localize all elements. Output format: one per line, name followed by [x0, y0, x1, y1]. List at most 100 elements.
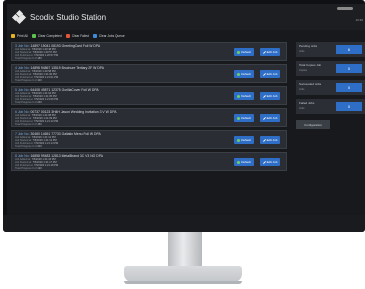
clear-completed-label: Clear Completed — [37, 34, 62, 38]
stat-label: Failed Jobs — [299, 101, 315, 105]
print-all-label: Print All — [17, 34, 28, 38]
edit-job-button[interactable]: Edit Job — [260, 114, 280, 122]
meta-label: Total Progress 0 of — [15, 57, 37, 60]
failed-jobs-stat: Failed Jobs Jobs 0 — [296, 99, 365, 114]
meta-value: 240 — [37, 101, 42, 104]
meta-label: Total Progress 0 of — [15, 101, 37, 104]
pencil-icon — [262, 116, 266, 120]
edit-label: Edit Job — [266, 50, 278, 54]
stat-label: Total Copies Job — [299, 63, 322, 67]
app-title: Scodix Studio Station — [30, 12, 107, 22]
job-meta-line: Total Progress 0 of 240 — [15, 101, 42, 104]
clear-completed-button[interactable]: Clear Completed — [31, 34, 62, 38]
meta-label: Total Progress 0 of — [15, 123, 37, 126]
edit-job-button[interactable]: Edit Job — [260, 48, 280, 56]
job-row[interactable]: 3 Job No: 14897 15041 08193 GreetingCard… — [11, 42, 287, 61]
monitor-stand-neck — [168, 232, 202, 266]
pencil-icon — [262, 160, 266, 164]
job-row[interactable]: 8 Job No: 16858 99483 12813 MetalBrand 3… — [11, 152, 287, 171]
clear-queue-label: Clear Jobs Queue — [98, 34, 125, 38]
status-dot-icon — [237, 160, 241, 164]
edit-label: Edit Job — [266, 94, 278, 98]
default-label: Default — [241, 116, 251, 120]
default-button[interactable]: Default — [234, 48, 254, 56]
pencil-icon — [262, 94, 266, 98]
print-all-button[interactable]: Print All — [11, 34, 28, 38]
default-button[interactable]: Default — [234, 136, 254, 144]
status-dot-icon — [237, 116, 241, 120]
monitor: Scodix Studio Station 10:36 Print All Cl… — [3, 0, 365, 232]
monitor-bezel — [3, 215, 365, 232]
default-button[interactable]: Default — [234, 92, 254, 100]
job-row[interactable]: 5 Job No: 64408 49871 12375 GorillaCover… — [11, 86, 287, 105]
job-row[interactable]: 4 Job No: 14898 94867 13519 Brochure Ter… — [11, 64, 287, 83]
app-window: Scodix Studio Station 10:36 Print All Cl… — [7, 4, 365, 215]
clear-queue-button[interactable]: Clear Jobs Queue — [92, 34, 125, 38]
stat-sub: Jobs — [299, 107, 305, 110]
pencil-icon — [262, 72, 266, 76]
job-list: 3 Job No: 14897 15041 08193 GreetingCard… — [11, 42, 287, 174]
monitor-stand-foot — [124, 281, 242, 284]
job-meta-line: Total Progress 0 of 200 — [15, 145, 42, 148]
queue-icon — [92, 34, 97, 38]
meta-value: 180 — [37, 57, 42, 60]
status-dot-icon — [237, 94, 241, 98]
job-meta-line: Total Progress 0 of 120 — [15, 167, 42, 170]
edit-job-button[interactable]: Edit Job — [260, 158, 280, 166]
edit-job-button[interactable]: Edit Job — [260, 136, 280, 144]
pencil-icon — [262, 138, 266, 142]
clear-failed-label: Clear Failed — [71, 34, 89, 38]
stats-panel: Pending Jobs Jobs 6 Total Copies Job Cop… — [296, 30, 365, 215]
pencil-icon — [262, 50, 266, 54]
stat-label: Pending Jobs — [299, 44, 318, 48]
default-label: Default — [241, 72, 251, 76]
scodix-logo-icon — [11, 9, 27, 25]
error-icon — [65, 34, 70, 38]
default-label: Default — [241, 160, 251, 164]
default-button[interactable]: Default — [234, 158, 254, 166]
edit-job-button[interactable]: Edit Job — [260, 92, 280, 100]
status-dot-icon — [237, 72, 241, 76]
job-meta-line: Total Progress 0 of 180 — [15, 57, 42, 60]
job-meta-line: Total Progress 0 of 150 — [15, 123, 42, 126]
pending-jobs-stat: Pending Jobs Jobs 6 — [296, 42, 365, 57]
status-dot-icon — [237, 50, 241, 54]
stat-label: Succeeded Jobs — [299, 82, 322, 86]
default-label: Default — [241, 138, 251, 142]
meta-label: Total Progress 0 of — [15, 79, 37, 82]
stat-sub: Copies — [299, 69, 308, 72]
meta-value: 150 — [37, 123, 42, 126]
edit-label: Edit Job — [266, 138, 278, 142]
meta-value: 100 — [37, 79, 42, 82]
clock: 10:36 — [355, 18, 363, 22]
stat-sub: Jobs — [299, 50, 305, 53]
default-button[interactable]: Default — [234, 114, 254, 122]
check-icon — [31, 34, 36, 38]
job-row[interactable]: 6 Job No: 00737 00123 3H4H Jason Wedding… — [11, 108, 287, 127]
job-row[interactable]: 7 Job No: 30480 14651 77733 Gallatin Men… — [11, 130, 287, 149]
meta-value: 120 — [37, 167, 42, 170]
clear-failed-button[interactable]: Clear Failed — [65, 34, 89, 38]
stat-value: 0 — [336, 83, 362, 92]
default-button[interactable]: Default — [234, 70, 254, 78]
edit-label: Edit Job — [266, 72, 278, 76]
meta-label: Total Progress 0 of — [15, 167, 37, 170]
job-meta-line: Total Progress 0 of 100 — [15, 79, 42, 82]
print-icon — [11, 34, 15, 38]
edit-label: Edit Job — [266, 116, 278, 120]
succeeded-jobs-stat: Succeeded Jobs Jobs 0 — [296, 80, 365, 95]
monitor-stand-base — [124, 266, 242, 282]
total-copies-stat: Total Copies Job Copies 0 — [296, 61, 365, 76]
status-dot-icon — [237, 138, 241, 142]
edit-job-button[interactable]: Edit Job — [260, 70, 280, 78]
title-bar: Scodix Studio Station 10:36 — [7, 4, 365, 30]
window-control[interactable] — [337, 7, 353, 10]
stat-sub: Jobs — [299, 88, 305, 91]
configuration-button[interactable]: Configuration — [296, 120, 330, 129]
stat-value: 6 — [336, 45, 362, 54]
stat-value: 0 — [336, 102, 362, 111]
default-label: Default — [241, 94, 251, 98]
meta-label: Total Progress 0 of — [15, 145, 37, 148]
default-label: Default — [241, 50, 251, 54]
stat-value: 0 — [336, 64, 362, 73]
